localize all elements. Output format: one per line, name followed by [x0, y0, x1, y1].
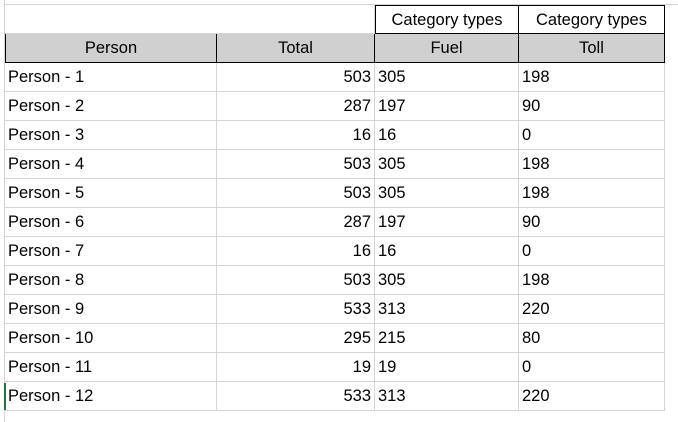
- fuel-cell[interactable]: 305: [375, 63, 519, 92]
- total-cell[interactable]: 16: [217, 237, 375, 266]
- total-cell[interactable]: 503: [217, 63, 375, 92]
- total-cell[interactable]: 503: [217, 179, 375, 208]
- total-cell[interactable]: 533: [217, 295, 375, 324]
- toll-cell[interactable]: 90: [519, 208, 665, 237]
- total-cell[interactable]: 287: [217, 208, 375, 237]
- fuel-cell[interactable]: 313: [375, 382, 519, 411]
- person-cell[interactable]: Person - 8: [5, 266, 217, 295]
- toll-cell[interactable]: 198: [519, 266, 665, 295]
- toll-cell[interactable]: 80: [519, 324, 665, 353]
- fuel-cell[interactable]: 16: [375, 237, 519, 266]
- toll-cell[interactable]: 0: [519, 353, 665, 382]
- toll-cell[interactable]: 0: [519, 237, 665, 266]
- person-cell[interactable]: Person - 2: [5, 92, 217, 121]
- person-cell[interactable]: Person - 6: [5, 208, 217, 237]
- toll-cell[interactable]: 220: [519, 295, 665, 324]
- total-cell[interactable]: 533: [217, 382, 375, 411]
- person-cell[interactable]: Person - 11: [5, 353, 217, 382]
- fuel-cell[interactable]: 197: [375, 208, 519, 237]
- person-cell[interactable]: Person - 1: [5, 63, 217, 92]
- fuel-cell[interactable]: 215: [375, 324, 519, 353]
- fuel-cell[interactable]: 305: [375, 179, 519, 208]
- person-cell[interactable]: Person - 10: [5, 324, 217, 353]
- fuel-cell[interactable]: 313: [375, 295, 519, 324]
- fuel-cell[interactable]: 305: [375, 150, 519, 179]
- person-cell[interactable]: Person - 4: [5, 150, 217, 179]
- header-person[interactable]: Person: [5, 34, 217, 63]
- person-cell[interactable]: Person - 9: [5, 295, 217, 324]
- toll-cell[interactable]: 198: [519, 179, 665, 208]
- header-total[interactable]: Total: [217, 34, 375, 63]
- fuel-cell[interactable]: 197: [375, 92, 519, 121]
- category-types-toll-cell[interactable]: Category types: [519, 5, 665, 34]
- total-cell[interactable]: 287: [217, 92, 375, 121]
- total-cell[interactable]: 295: [217, 324, 375, 353]
- person-cell[interactable]: Person - 5: [5, 179, 217, 208]
- person-cell[interactable]: Person - 7: [5, 237, 217, 266]
- fuel-cell[interactable]: 16: [375, 121, 519, 150]
- total-cell[interactable]: 19: [217, 353, 375, 382]
- toll-cell[interactable]: 198: [519, 150, 665, 179]
- category-types-fuel-cell[interactable]: Category types: [375, 5, 519, 34]
- toll-cell[interactable]: 90: [519, 92, 665, 121]
- header-fuel[interactable]: Fuel: [375, 34, 519, 63]
- person-cell[interactable]: Person - 12: [5, 382, 217, 411]
- total-cell[interactable]: 503: [217, 150, 375, 179]
- person-cell[interactable]: Person - 3: [5, 121, 217, 150]
- total-cell[interactable]: 16: [217, 121, 375, 150]
- toll-cell[interactable]: 0: [519, 121, 665, 150]
- fuel-cell[interactable]: 19: [375, 353, 519, 382]
- empty-merged-cell[interactable]: [5, 5, 375, 34]
- toll-cell[interactable]: 198: [519, 63, 665, 92]
- toll-cell[interactable]: 220: [519, 382, 665, 411]
- fuel-cell[interactable]: 305: [375, 266, 519, 295]
- header-toll[interactable]: Toll: [519, 34, 665, 63]
- total-cell[interactable]: 503: [217, 266, 375, 295]
